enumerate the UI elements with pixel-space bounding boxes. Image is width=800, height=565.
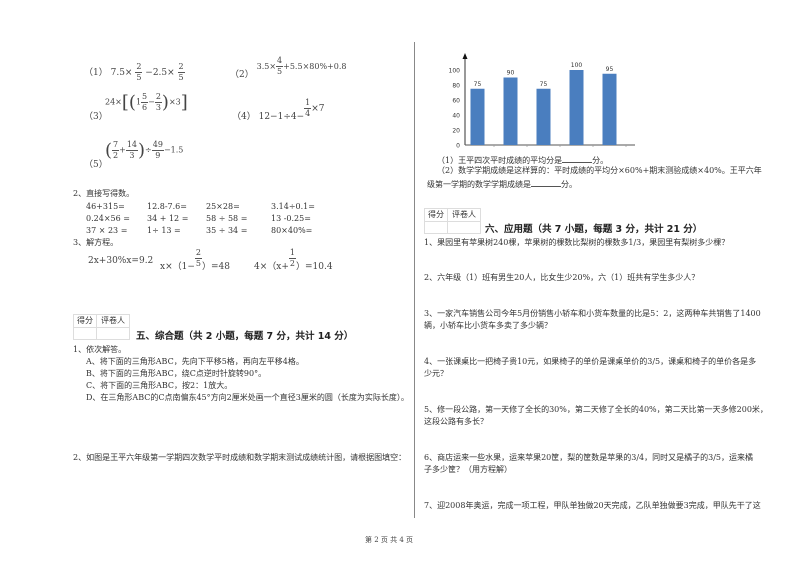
q2-cell: 35 ÷ 34 = — [206, 226, 248, 235]
section5-q2-text: 2、如图是王平六年级第一学期四次数学平时成绩和数学期末测试成绩统计图，请根据图填… — [73, 453, 407, 462]
calc-item-5: （5） — [84, 160, 108, 171]
divider — [74, 327, 129, 328]
chart-svg: 0 20 40 60 80 100 75 90 75 100 95 — [449, 53, 635, 150]
bar — [470, 88, 485, 145]
chart-question-1: （1）王平四次平时成绩的平均分是 分。 — [437, 154, 608, 166]
word-problem-7: 7、迎2008年奥运，完成一项工程，甲队单独做20天完成，乙队单独做要3完成，甲… — [424, 501, 761, 510]
score-label: 得分 — [77, 316, 93, 325]
bar-data-label: 90 — [507, 70, 515, 77]
y-tick-label: 80 — [452, 83, 460, 90]
word-problem-3: 3、一家汽车销售公司今年5月份销售小轿车和小货车数量的比是5：2，这两种车共销售… — [424, 309, 761, 318]
calc-item-2-label: （2） — [230, 69, 254, 80]
q2-cell: 1÷ 13 = — [147, 226, 181, 235]
y-axis-arrow — [462, 53, 468, 59]
q2-title: 2、直接写得数。 — [73, 189, 135, 198]
q2-cell: 25×28= — [206, 202, 240, 211]
grader-label: 评卷人 — [452, 210, 476, 219]
calc-item-2: （2） 3.5× 4 5 +5.5×80%+0.8 — [230, 56, 347, 80]
chart-question-2: （2）数学学期成绩是这样算的：平时成绩的平均分×60%+期末测验成绩×40%。王… — [437, 166, 762, 175]
section6-title: 六、应用题（共 7 小题，每题 3 分，共计 21 分） — [485, 224, 703, 235]
bar-chart: 0 20 40 60 80 100 75 90 75 100 95 — [430, 50, 640, 154]
bar — [503, 77, 518, 145]
q2-cell: 46+315= — [86, 202, 125, 211]
grader-label: 评卷人 — [101, 316, 125, 325]
bar-data-label: 75 — [540, 81, 548, 88]
word-problem-5: 5、修一段公路，第一天修了全长的30%，第二天修了全长的40%，第二天比第一天多… — [424, 405, 768, 414]
q2-cell: 0.24×56 = — [86, 214, 130, 223]
calc-item-3: （3） — [84, 112, 108, 123]
fraction: 25 — [135, 62, 143, 82]
q2-cell: 3.14÷0.1= — [271, 202, 315, 211]
calc-item-4-label: （4） — [232, 112, 256, 122]
calc-item-1-label: （1） — [84, 68, 108, 78]
q2-cell: 12.8-7.6= — [147, 202, 187, 211]
calc-item-3-expr: 24×[(1 5 6−2 3)×3] — [105, 92, 188, 113]
equation-3: 4×（x+ 1 2 ）=10.4 — [254, 248, 333, 272]
calc-item-2-expr: 3.5× 4 5 +5.5×80%+0.8 — [256, 56, 347, 76]
word-problem-1: 1、果园里有苹果树240棵，苹果树的棵数比梨树的棵数多1/3，果园里有梨树多少棵… — [424, 238, 730, 247]
chart-question-1-text: （1）王平四次平时成绩的平均分是 — [437, 156, 563, 165]
word-problem-4-cont: 少元？ — [424, 369, 448, 378]
y-tick-label: 60 — [452, 98, 460, 105]
calc-item-1-expr: 7.5× 25 −2.5× 25 — [110, 62, 185, 82]
calc-item-3-label: （3） — [84, 112, 108, 122]
y-tick-label: 20 — [452, 128, 460, 135]
bar — [536, 88, 551, 145]
q2-cell: 13 -0.25= — [271, 214, 311, 223]
calc-item-1: （1） 7.5× 25 −2.5× 25 — [84, 62, 185, 83]
fraction: 25 — [177, 62, 185, 82]
word-problem-4: 4、一张课桌比一把椅子贵10元，如果椅子的单价是课桌单价的3/5，课桌和椅子的单… — [424, 357, 757, 366]
calc-item-4: （4） 12−1÷4− 1 4 ×7 — [232, 98, 325, 122]
chart-question-2-cont: 级第一学期的数学学期成绩是 分。 — [427, 178, 577, 190]
section5-q1-title: 1、依次解答。 — [73, 345, 127, 354]
section5-q1-item: A、将下面的三角形ABC，先向下平移5格，再向左平移4格。 — [86, 357, 304, 366]
score-label: 得分 — [428, 210, 444, 219]
word-problem-2: 2、六年级（1）班有男生20人，比女生少20%，六（1）班共有学生多少人？ — [424, 273, 700, 282]
q2-cell: 37 × 23 = — [86, 226, 128, 235]
bar-data-label: 100 — [571, 62, 583, 69]
word-problem-3-cont: 辆，小轿车比小货车多卖了多少辆？ — [424, 321, 552, 330]
answer-blank[interactable] — [562, 154, 593, 163]
equation-2: x×（1− 2 5 ）=48 — [160, 248, 230, 272]
word-problem-6: 6、商店运来一些水果，运来苹果20筐，梨的筐数是苹果的3/4，同时又是橘子的3/… — [424, 453, 754, 462]
y-tick-label: 40 — [452, 113, 460, 120]
y-tick-label: 100 — [449, 68, 461, 75]
chart-question-2-unit: 分。 — [561, 180, 577, 189]
word-problem-6-cont: 子多少筐？（用方程解） — [424, 465, 512, 474]
score-box: 得分 评卷人 — [424, 208, 481, 234]
column-divider — [414, 42, 415, 518]
calc-item-5-label: （5） — [84, 160, 108, 170]
q3-title: 3、解方程。 — [73, 238, 119, 247]
bar-data-label: 95 — [606, 66, 614, 73]
answer-blank[interactable] — [531, 178, 561, 187]
section5-title: 五、综合题（共 2 小题，每题 7 分，共计 14 分） — [136, 331, 354, 342]
page-footer: 第 2 页 共 4 页 — [365, 536, 414, 544]
q2-cell: 58 ÷ 58 = — [206, 214, 248, 223]
section5-q1-item: B、将下面的三角形ABC，绕C点逆时针旋转90°。 — [86, 369, 267, 378]
chart-question-2-text: 级第一学期的数学学期成绩是 — [427, 180, 531, 189]
word-problem-5-cont: 这段公路有多长？ — [424, 417, 488, 426]
q2-cell: 34 + 12 = — [147, 214, 189, 223]
y-tick-label: 0 — [456, 143, 460, 150]
q2-cell: 80×40%= — [271, 226, 313, 235]
score-box: 得分 评卷人 — [73, 314, 130, 340]
divider — [425, 221, 480, 222]
bar — [569, 70, 584, 145]
chart-question-1-unit: 分。 — [592, 156, 609, 165]
bar — [602, 73, 617, 145]
equation-1: 2x+30%x=9.2 — [88, 256, 154, 266]
bar-data-label: 75 — [474, 81, 482, 88]
calc-item-5-expr: (7 2 +14 3)÷ 49 9 −1.5 — [105, 140, 184, 161]
calc-item-4-expr: 12−1÷4− 1 4 ×7 — [258, 98, 325, 122]
section5-q1-item: D、在三角形ABC的C点南偏东45°方向2厘米处画一个直径3厘米的圆（长度为实际… — [86, 393, 409, 402]
section5-q1-item: C、将下面的三角形ABC，按2：1放大。 — [86, 381, 233, 390]
